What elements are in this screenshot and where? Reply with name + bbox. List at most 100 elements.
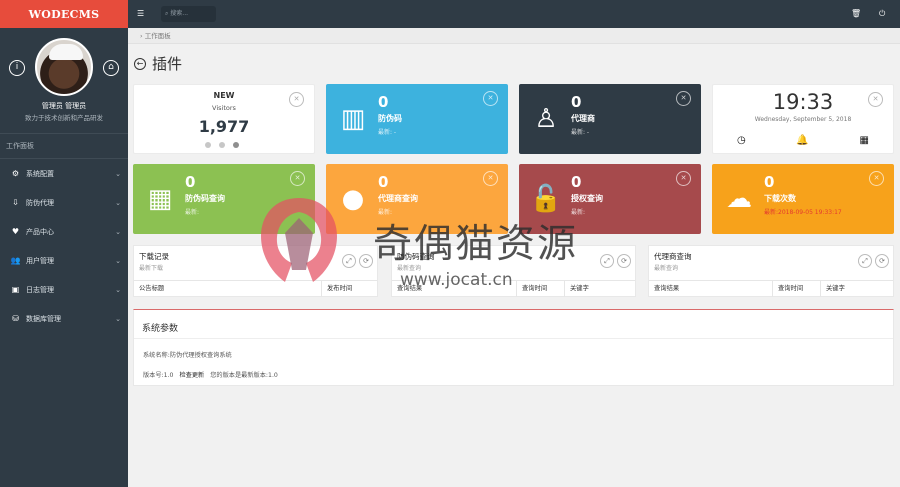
clock-time: 19:33 xyxy=(772,90,834,114)
close-icon[interactable]: ✕ xyxy=(483,171,498,186)
sidebar-item-logs[interactable]: ▣ 日志管理 ⌄ xyxy=(0,275,128,304)
carousel-dot[interactable] xyxy=(205,142,211,148)
user-icon: ● xyxy=(341,184,365,214)
sidebar-item-anti-agent[interactable]: ⇩ 防伪代理 ⌄ xyxy=(0,188,128,217)
chevron-down-icon: ⌄ xyxy=(115,227,121,236)
table-header: 查询结果 查询时间 关键字 xyxy=(649,280,893,297)
agent-query-panel: 代理商查询 最新查询 ⤢ ⟳ 查询结果 查询时间 关键字 xyxy=(648,245,894,297)
avatar[interactable] xyxy=(35,38,93,96)
auth-query-value: 0 xyxy=(571,173,582,191)
panel-tools: ⤢ ⟳ xyxy=(342,254,373,268)
calculator-icon: ▣ xyxy=(11,285,20,294)
search-input[interactable]: ⌕ 搜索... xyxy=(161,6,216,22)
column-time: 发布时间 xyxy=(327,285,353,292)
cloud-download-icon: ☁ xyxy=(726,184,752,214)
breadcrumb-item[interactable]: 工作面板 xyxy=(145,32,171,40)
page-title: ← 插件 xyxy=(134,53,182,74)
downloads-value: 0 xyxy=(764,173,775,191)
clock-card: ✕ 19:33 Wednesday, September 5, 2018 ◷ 🔔 ▦ xyxy=(712,84,894,154)
visitors-title: NEW xyxy=(213,91,235,100)
page-title-text: 插件 xyxy=(152,55,183,73)
sidebar-item-label: 数据库管理 xyxy=(26,314,61,323)
download-records-panel: 下载记录 最新下载 ⤢ ⟳ 公告标题 发布时间 xyxy=(133,245,378,297)
sidebar-item-label: 系统配置 xyxy=(26,169,54,178)
sidebar-item-product-center[interactable]: ♥ 产品中心 ⌄ xyxy=(0,217,128,246)
anti-code-value: 0 xyxy=(378,93,389,111)
panel-subtitle: 最新查询 xyxy=(654,265,679,272)
panel-tools: ⤢ ⟳ xyxy=(600,254,631,268)
carousel-dots[interactable] xyxy=(205,142,239,148)
calendar-icon[interactable]: ▦ xyxy=(860,135,869,146)
sidebar-item-label: 防伪代理 xyxy=(26,198,54,207)
visitors-card: ✕ NEW Visitors 1,977 xyxy=(133,84,315,154)
table-header: 查询结果 查询时间 关键字 xyxy=(392,280,635,297)
sidebar-item-system-config[interactable]: ⚙ 系统配置 ⌄ xyxy=(0,159,128,188)
downloads-card: ✕ ☁ 0 下载次数 最新:2018-09-05 19:33:17 xyxy=(712,164,894,234)
latest-version: 您的版本是最新版本:1.0 xyxy=(210,372,278,379)
sidebar-menu: ⚙ 系统配置 ⌄ ⇩ 防伪代理 ⌄ ♥ 产品中心 ⌄ 👥 用户管理 ⌄ ▣ 日志管理 ⌄ ⛁ 数据库管… xyxy=(0,159,128,333)
section-title: 工作面板 xyxy=(0,133,128,159)
auth-query-label: 授权查询 xyxy=(571,194,603,203)
anti-code-latest: 最新: - xyxy=(378,129,397,136)
divider xyxy=(134,338,893,339)
top-navbar: ☰ ⌕ 搜索... 🗑 ⏻ xyxy=(128,0,900,28)
sidebar-item-users[interactable]: 👥 用户管理 ⌄ xyxy=(0,246,128,275)
clock-icon[interactable]: ◷ xyxy=(737,135,746,146)
visitors-subtitle: Visitors xyxy=(212,104,236,112)
sidebar-item-database[interactable]: ⛁ 数据库管理 ⌄ xyxy=(0,304,128,333)
refresh-icon[interactable]: ⟳ xyxy=(875,254,889,268)
agent-query-card: ✕ ● 0 代理商查询 最新: xyxy=(326,164,508,234)
profile-subtitle: 致力于技术创新和产品研发 xyxy=(25,114,103,122)
menu-toggle-icon[interactable]: ☰ xyxy=(137,9,144,19)
home-icon[interactable]: ⌂ xyxy=(103,60,119,76)
carousel-dot-active[interactable] xyxy=(233,142,239,148)
close-icon[interactable]: ✕ xyxy=(869,171,884,186)
agent-card: ✕ ♙ 0 代理商 最新: - xyxy=(519,84,701,154)
column-time: 查询时间 xyxy=(773,281,821,297)
anti-query-value: 0 xyxy=(185,173,196,191)
expand-icon[interactable]: ⤢ xyxy=(342,254,356,268)
users-icon: 👥 xyxy=(10,256,21,265)
chevron-down-icon: ⌄ xyxy=(115,169,121,178)
expand-icon[interactable]: ⤢ xyxy=(600,254,614,268)
downloads-label: 下载次数 xyxy=(764,194,796,203)
search-placeholder: 搜索... xyxy=(170,10,189,17)
chevron-right-icon: › xyxy=(140,32,143,40)
agent-latest: 最新: - xyxy=(571,129,590,136)
panel-subtitle: 最新下载 xyxy=(139,265,164,272)
sidebar-item-label: 用户管理 xyxy=(26,256,54,265)
table-header: 公告标题 发布时间 xyxy=(134,280,377,297)
system-title: 系统参数 xyxy=(142,324,179,334)
person-icon: ♙ xyxy=(534,104,558,134)
barcode-icon: ▥ xyxy=(340,104,366,134)
close-icon[interactable]: ✕ xyxy=(676,171,691,186)
close-icon[interactable]: ✕ xyxy=(290,171,305,186)
close-icon[interactable]: ✕ xyxy=(483,91,498,106)
agent-query-label: 代理商查询 xyxy=(378,194,418,203)
info-icon[interactable]: i xyxy=(9,60,25,76)
agent-query-value: 0 xyxy=(378,173,389,191)
column-result: 查询结果 xyxy=(392,281,517,297)
power-icon[interactable]: ⏻ xyxy=(879,9,885,19)
search-icon: ⌕ xyxy=(165,10,169,17)
close-icon[interactable]: ✕ xyxy=(676,91,691,106)
qr-code-icon: ▦ xyxy=(147,184,173,214)
arrow-left-circle-icon[interactable]: ← xyxy=(134,57,146,70)
refresh-icon[interactable]: ⟳ xyxy=(617,254,631,268)
trash-icon[interactable]: 🗑 xyxy=(851,9,861,19)
profile-panel: i ⌂ 管理员 管理员 致力于技术创新和产品研发 xyxy=(0,28,128,133)
gears-icon: ⚙ xyxy=(11,169,20,178)
check-update-link[interactable]: 检查更新 xyxy=(180,370,205,379)
breadcrumb: › 工作面板 xyxy=(128,28,900,44)
version-number: 版本号:1.0 xyxy=(143,372,174,379)
panel-subtitle: 最新查询 xyxy=(397,265,422,272)
carousel-dot[interactable] xyxy=(219,142,225,148)
expand-icon[interactable]: ⤢ xyxy=(858,254,872,268)
system-parameters-panel: 系统参数 系统名称:防伪代理授权查询系统 版本号:1.0 检查更新 您的版本是最新版… xyxy=(133,309,894,386)
downloads-latest: 最新:2018-09-05 19:33:17 xyxy=(764,209,842,216)
avatar-hat xyxy=(49,44,83,60)
anti-code-card: ✕ ▥ 0 防伪码 最新: - xyxy=(326,84,508,154)
refresh-icon[interactable]: ⟳ xyxy=(359,254,373,268)
chevron-down-icon: ⌄ xyxy=(115,285,121,294)
bell-icon[interactable]: 🔔 xyxy=(796,135,808,146)
